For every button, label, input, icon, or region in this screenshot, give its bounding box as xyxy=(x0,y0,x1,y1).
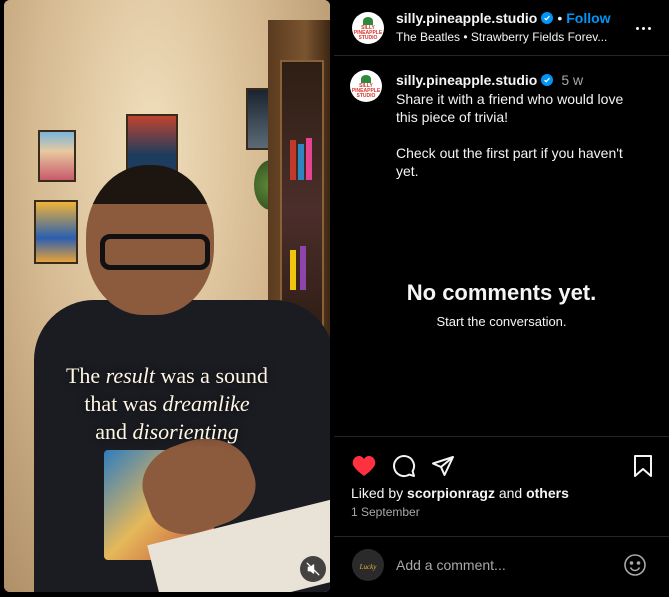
emoji-icon xyxy=(624,554,646,576)
caption-text: and xyxy=(95,419,133,444)
share-icon xyxy=(432,456,454,476)
liked-by-others[interactable]: others xyxy=(526,485,569,501)
caption-emphasis: result xyxy=(105,363,155,388)
verified-badge-icon xyxy=(541,12,554,24)
avatar-logo-text: SILLY PINEAPPLE STUDIO xyxy=(353,25,383,41)
likes-summary: Liked by scorpionragz and others xyxy=(351,485,569,501)
more-options-icon xyxy=(635,26,639,30)
caption-user-row: silly.pineapple.studio 5 w xyxy=(396,72,583,88)
reel-video[interactable]: The result was a sound that was dreamlik… xyxy=(4,0,330,592)
verified-badge-icon xyxy=(541,74,554,86)
empty-subtitle: Start the conversation. xyxy=(436,314,567,329)
follow-button[interactable]: Follow xyxy=(566,10,610,26)
caption-timestamp[interactable]: 5 w xyxy=(561,72,583,88)
comments-empty-state: No comments yet. Start the conversation. xyxy=(334,280,669,329)
avatar-logo-text: SILLY PINEAPPLE STUDIO xyxy=(351,83,381,99)
caption-text: Share it with a friend who would love th… xyxy=(396,91,624,179)
muted-speaker-icon xyxy=(306,562,320,576)
caption-emphasis: disorienting xyxy=(132,419,239,444)
more-options-button[interactable] xyxy=(631,18,655,38)
separator-dot: • xyxy=(557,10,563,26)
comment-composer: Lucky xyxy=(334,536,669,597)
author-avatar[interactable]: SILLY PINEAPPLE STUDIO xyxy=(352,12,384,44)
caption-username[interactable]: silly.pineapple.studio xyxy=(396,72,537,88)
likes-and: and xyxy=(494,485,527,501)
caption-text: was a sound xyxy=(154,363,269,388)
video-pane: The result was a sound that was dreamlik… xyxy=(0,0,334,597)
bookmark-icon xyxy=(634,455,652,477)
caption-emphasis: dreamlike xyxy=(162,391,250,416)
post-date[interactable]: 1 September xyxy=(351,505,420,519)
comment-input[interactable] xyxy=(396,555,606,575)
liked-by-user[interactable]: scorpionragz xyxy=(407,485,495,501)
emoji-button[interactable] xyxy=(623,553,647,577)
post-sidebar: SILLY PINEAPPLE STUDIO silly.pineapple.s… xyxy=(334,0,669,597)
caption-text: that was xyxy=(84,391,163,416)
poster-beatles-yellow xyxy=(34,200,78,264)
action-bar: Liked by scorpionragz and others 1 Septe… xyxy=(334,436,669,536)
header-user-row: silly.pineapple.studio • Follow xyxy=(396,10,611,26)
heart-icon xyxy=(352,456,376,476)
caption-avatar[interactable]: SILLY PINEAPPLE STUDIO xyxy=(350,70,382,102)
save-button[interactable] xyxy=(630,453,656,479)
comment-button[interactable] xyxy=(391,453,417,479)
like-button[interactable] xyxy=(351,453,377,479)
comment-icon xyxy=(393,455,416,478)
pineapple-logo-icon xyxy=(363,17,373,25)
pineapple-logo-icon xyxy=(361,75,371,83)
video-caption: The result was a sound that was dreamlik… xyxy=(4,362,330,446)
author-username[interactable]: silly.pineapple.studio xyxy=(396,10,537,26)
svg-text:Lucky: Lucky xyxy=(359,563,378,571)
empty-title: No comments yet. xyxy=(406,280,597,305)
likes-prefix: Liked by xyxy=(351,485,408,501)
glasses xyxy=(100,234,210,270)
audio-track-link[interactable]: The Beatles • Strawberry Fields Forev... xyxy=(396,30,628,44)
caption-text: The xyxy=(65,363,106,388)
post-header: SILLY PINEAPPLE STUDIO silly.pineapple.s… xyxy=(334,0,669,56)
share-button[interactable] xyxy=(430,453,456,479)
mute-button[interactable] xyxy=(300,556,326,582)
poster-sgt-pepper xyxy=(38,130,76,182)
current-user-avatar: Lucky xyxy=(352,549,384,581)
